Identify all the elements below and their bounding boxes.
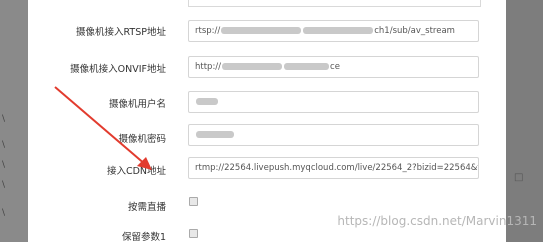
arrow-shaft [54, 86, 147, 166]
blog-watermark: https://blog.csdn.net/Marvin1311 [337, 214, 537, 228]
annotation-arrow-icon [54, 86, 152, 170]
